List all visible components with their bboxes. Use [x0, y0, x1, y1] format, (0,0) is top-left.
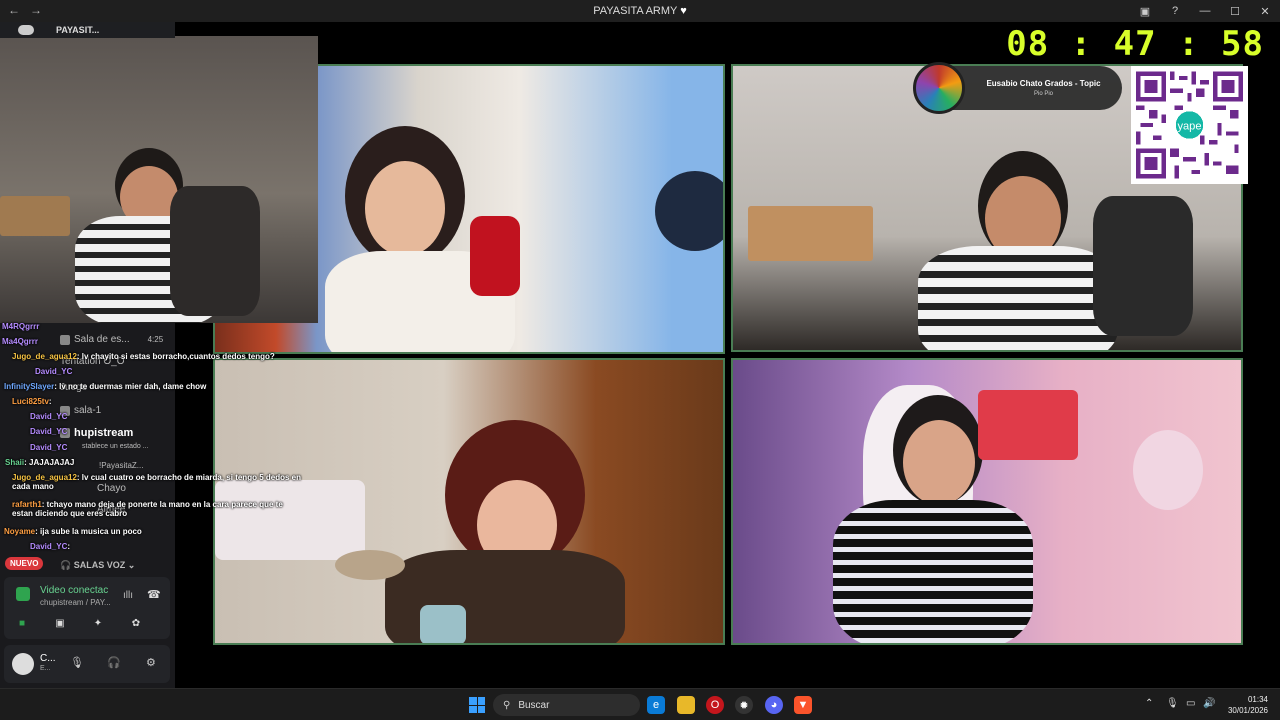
- channel-item-hupistream[interactable]: hupistream: [60, 427, 133, 439]
- headphones-icon: 🎧: [60, 560, 72, 570]
- discord-icon[interactable]: ◕: [765, 696, 783, 714]
- chevron-up-icon[interactable]: ⌃: [1145, 698, 1153, 709]
- chat-line: David_YC:: [30, 542, 71, 551]
- screen-share-icon[interactable]: ▣: [50, 615, 70, 631]
- now-playing-widget: Eusabio Chato Grados - Topic Pio Pio: [913, 62, 1122, 114]
- chevron-down-icon: ⌄: [127, 560, 136, 570]
- discord-server-header[interactable]: PAYASIT...: [0, 22, 175, 38]
- file-explorer-icon[interactable]: [677, 696, 695, 714]
- voice-member[interactable]: !PayasitaZ...: [99, 461, 143, 470]
- close-button[interactable]: ✕: [1250, 0, 1280, 22]
- chat-line: David_YC: [30, 427, 68, 436]
- discord-icon: [18, 25, 34, 35]
- chat-line: Jugo_de_agua12: lv chayito si estas borr…: [12, 352, 275, 361]
- noise-suppression-icon[interactable]: ıllı: [123, 590, 133, 601]
- chat-line: David_YC: [30, 443, 68, 452]
- chat-line: Noyame: ija sube la musica un poco: [4, 527, 142, 536]
- network-icon[interactable]: ▭: [1186, 698, 1195, 709]
- chat-line: InfinitySlayer: lv no te duermas mier da…: [4, 382, 207, 391]
- maximize-button[interactable]: ☐: [1220, 0, 1250, 22]
- voice-status: Video conectac: [40, 585, 109, 596]
- gear-icon[interactable]: ⚙: [146, 656, 156, 669]
- chat-line: Jugo_de_agua12: lv cual cuatro oe borrac…: [12, 473, 301, 491]
- chat-line: David_YC: [35, 367, 73, 376]
- voice-connection-panel: Video conectac chupistream / PAY... ıllı…: [4, 577, 170, 639]
- brave-icon[interactable]: ▼: [794, 696, 812, 714]
- album-art: [913, 62, 965, 114]
- disconnect-icon[interactable]: ☎: [147, 588, 161, 601]
- user-status: E...: [40, 665, 51, 672]
- svg-text:yape: yape: [1177, 121, 1201, 133]
- headphones-icon[interactable]: 🎧: [107, 656, 121, 669]
- microphone-icon[interactable]: 🎙: [70, 656, 84, 669]
- channel-item[interactable]: Sala de es... 4:25: [60, 334, 163, 345]
- app-icon[interactable]: ✹: [735, 696, 753, 714]
- windows-start-icon[interactable]: [469, 697, 485, 713]
- window-controls: ▣ ? — ☐ ✕: [1130, 0, 1280, 22]
- user-name: C...: [40, 653, 56, 664]
- taskbar: ⚲ Buscar e O ✹ ◕ ▼ ⌃ 🎙 ▭ 🔊 01:34 30/01/2…: [0, 688, 1280, 720]
- minimize-button[interactable]: —: [1190, 0, 1220, 22]
- new-badge: NUEVO: [5, 557, 44, 570]
- voice-rooms-header[interactable]: 🎧 SALAS VOZ ⌄: [60, 560, 135, 571]
- voice-channel[interactable]: chupistream / PAY...: [40, 598, 111, 607]
- channel-icon: [60, 334, 70, 345]
- chat-line: M4RQgrrr: [2, 322, 40, 331]
- pip-icon[interactable]: ▣: [1130, 0, 1160, 22]
- webcam-bottom-right: [731, 358, 1243, 645]
- floating-webcam: [0, 36, 318, 323]
- system-clock[interactable]: 01:34 30/01/2026: [1228, 694, 1268, 716]
- search-icon: ⚲: [503, 699, 511, 711]
- stream-timer: 08 : 47 : 58: [1006, 24, 1264, 64]
- title-bar: ← → PAYASITA ARMY ♥ ▣ ? — ☐ ✕: [0, 0, 1280, 22]
- volume-icon[interactable]: 🔊: [1203, 698, 1215, 709]
- activities-icon[interactable]: ✦: [88, 615, 108, 631]
- chat-line: Shaii: JAJAJAJAJ: [5, 458, 75, 467]
- window-title: PAYASITA ARMY ♥: [593, 5, 687, 17]
- qr-icon: yape: [1136, 71, 1243, 179]
- signal-icon: [16, 587, 30, 601]
- song-title: Eusabio Chato Grados - Topic: [986, 79, 1101, 88]
- edge-icon[interactable]: e: [647, 696, 665, 714]
- opera-icon[interactable]: O: [706, 696, 724, 714]
- avatar[interactable]: [12, 653, 34, 675]
- chat-line: rafarth1: tchayo mano deja de ponerte la…: [12, 500, 283, 518]
- microphone-icon[interactable]: 🎙: [1166, 698, 1179, 709]
- chat-line: David_YC: [30, 412, 68, 421]
- chat-line: Luci825tv:: [12, 397, 52, 406]
- soundboard-icon[interactable]: ✿: [126, 615, 146, 631]
- camera-icon[interactable]: ■: [12, 615, 32, 631]
- song-subtitle: Pio Pio: [1033, 91, 1053, 97]
- user-panel: C... E... 🎙 🎧 ⚙: [4, 645, 170, 683]
- channel-status: stablece un estado ...: [82, 443, 149, 450]
- taskbar-search[interactable]: ⚲ Buscar: [493, 694, 640, 716]
- help-icon[interactable]: ?: [1160, 0, 1190, 22]
- chat-line: Ma4Qgrrr: [2, 337, 39, 346]
- heart-icon: ♥: [680, 5, 687, 17]
- yape-qr-code: yape: [1131, 66, 1248, 184]
